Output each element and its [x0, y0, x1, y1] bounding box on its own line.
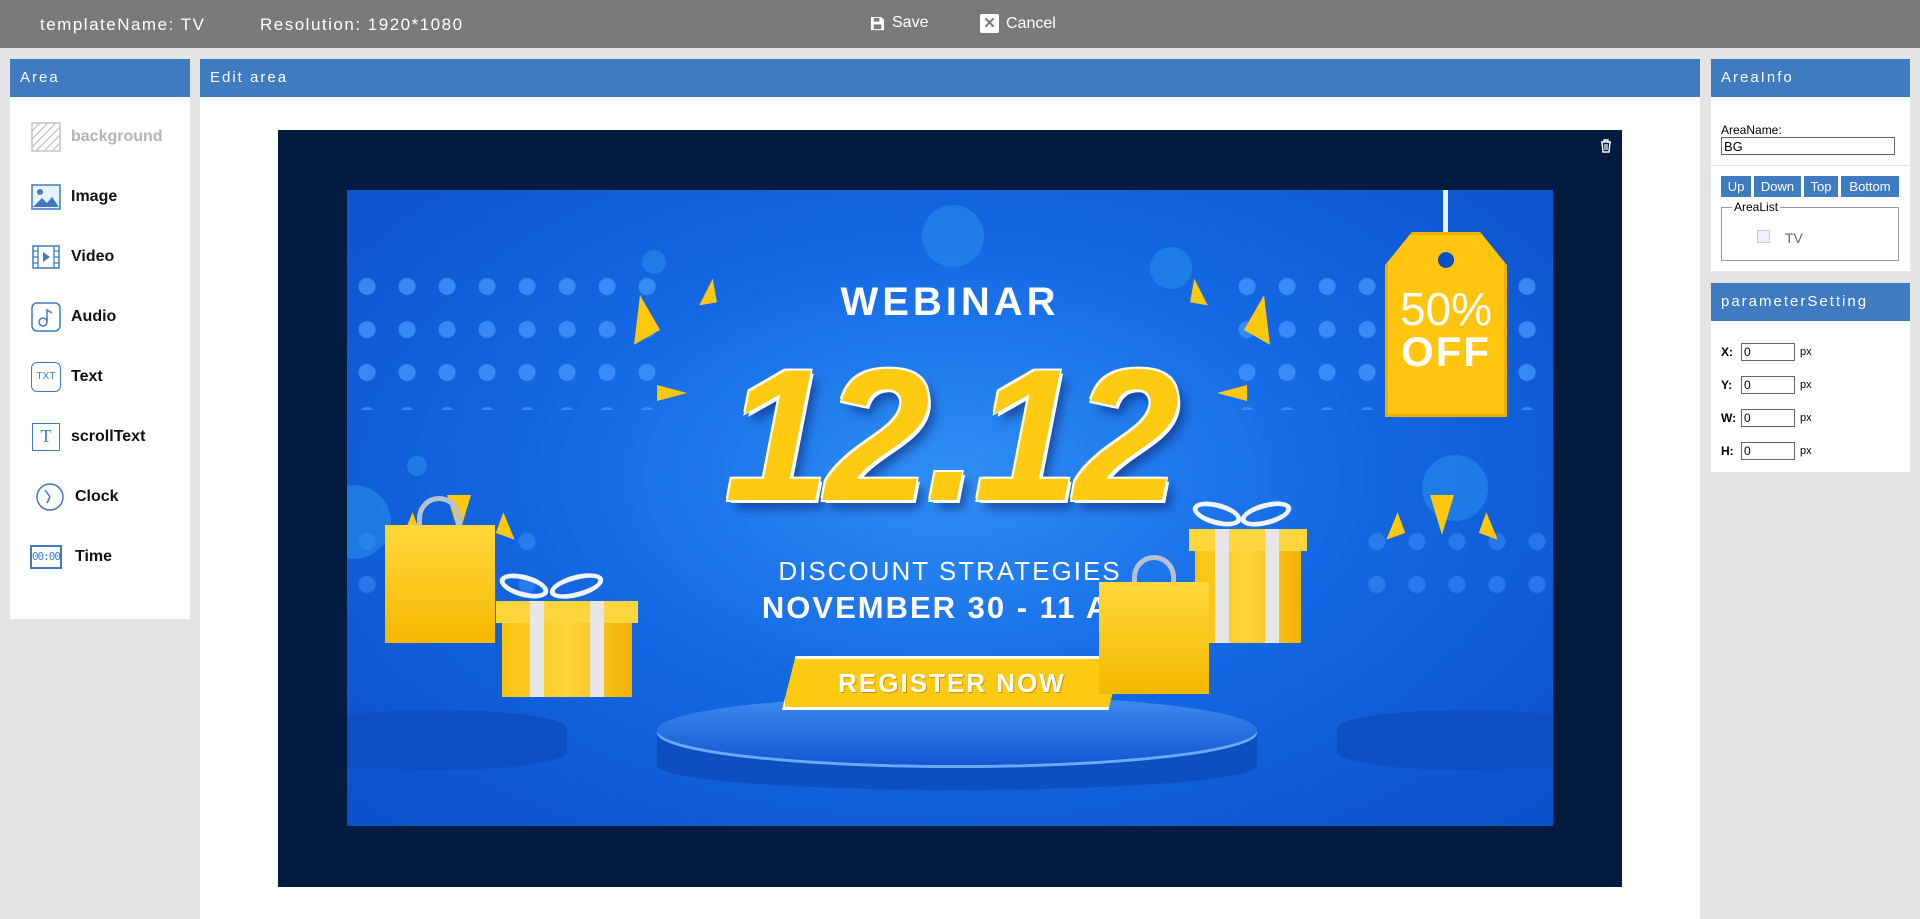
time-icon: 00:00	[29, 541, 63, 573]
cancel-button[interactable]: ✕ Cancel	[980, 14, 1056, 33]
side-podium-left	[347, 710, 567, 770]
area-item-label: background	[71, 128, 163, 145]
area-info-title: AreaInfo	[1711, 59, 1910, 97]
param-w-input[interactable]	[1741, 409, 1795, 427]
area-item-label: Text	[71, 368, 103, 385]
area-panel: Area background Image Video Audio TXT Te…	[10, 59, 190, 619]
video-icon	[30, 241, 62, 273]
area-list-label: AreaList	[1732, 200, 1781, 214]
template-name-label: templateName:	[40, 15, 175, 34]
scroll-text-icon-glyph: T	[32, 423, 60, 451]
area-list: AreaList TV	[1721, 200, 1899, 261]
parameter-setting-panel: parameterSetting X: px Y: px W: px H: px	[1711, 283, 1910, 472]
edit-area-title: Edit area	[200, 59, 1700, 97]
param-y-row: Y: px	[1721, 376, 1812, 394]
clock-icon	[34, 481, 66, 513]
save-icon	[870, 16, 885, 30]
move-up-button[interactable]: Up	[1721, 176, 1751, 197]
param-h-input[interactable]	[1741, 442, 1795, 460]
area-item-label: scrollText	[71, 428, 146, 445]
move-bottom-button[interactable]: Bottom	[1841, 176, 1899, 197]
area-info-panel: AreaInfo AreaName: Up Down Top Bottom Ar…	[1711, 59, 1910, 271]
cancel-label: Cancel	[1006, 14, 1056, 32]
area-item-scroll-text[interactable]: T scrollText	[10, 407, 190, 467]
text-icon: TXT	[30, 361, 62, 393]
param-x-unit: px	[1800, 346, 1812, 358]
area-name-label: AreaName:	[1721, 123, 1782, 137]
param-x-input[interactable]	[1741, 343, 1795, 361]
area-panel-title: Area	[10, 59, 190, 97]
top-toolbar: templateName: TV Resolution: 1920*1080 S…	[0, 0, 1920, 48]
area-item-label: Image	[71, 188, 118, 205]
param-x-label: X:	[1721, 345, 1733, 359]
tag-off: OFF	[1401, 328, 1491, 375]
discount-tag: 50% OFF	[1385, 232, 1507, 417]
text-icon-glyph: TXT	[31, 362, 61, 392]
audio-icon	[30, 301, 62, 333]
param-x-row: X: px	[1721, 343, 1812, 361]
area-name-input[interactable]	[1721, 137, 1895, 155]
area-item-audio[interactable]: Audio	[10, 287, 190, 347]
trash-icon[interactable]	[1598, 138, 1614, 154]
banner-big-date: 12.12	[724, 330, 1179, 540]
template-canvas[interactable]: WEBINAR 12.12 DISCOUNT STRATEGIES NOVEMB…	[278, 130, 1622, 887]
area-item-clock[interactable]: Clock	[10, 467, 190, 527]
shopping-bag-right	[1099, 582, 1209, 694]
area-item-background[interactable]: background	[10, 107, 190, 167]
bubble	[922, 205, 984, 267]
move-top-button[interactable]: Top	[1804, 176, 1838, 197]
background-icon	[30, 121, 62, 153]
register-now-label: REGISTER NOW	[838, 668, 1066, 698]
area-list-item[interactable]: TV	[1785, 230, 1803, 246]
template-name-value: TV	[180, 15, 206, 34]
save-label: Save	[892, 14, 929, 31]
image-icon	[30, 181, 62, 213]
area-item-video[interactable]: Video	[10, 227, 190, 287]
parameter-setting-title: parameterSetting	[1711, 283, 1910, 321]
resolution-value: 1920*1080	[367, 15, 464, 34]
shopping-bag-left	[385, 525, 495, 643]
param-h-label: H:	[1721, 444, 1734, 458]
banner-heading: WEBINAR	[840, 280, 1060, 324]
area-item-label: Video	[71, 248, 115, 265]
tag-hole	[1438, 252, 1454, 268]
area-item-label: Audio	[71, 308, 117, 325]
resolution-label: Resolution:	[260, 15, 362, 34]
area-item-image[interactable]: Image	[10, 167, 190, 227]
background-area-image[interactable]: WEBINAR 12.12 DISCOUNT STRATEGIES NOVEMB…	[347, 190, 1553, 826]
gift-box-right	[1189, 529, 1307, 643]
area-item-label: Time	[75, 548, 113, 565]
param-h-row: H: px	[1721, 442, 1812, 460]
scroll-text-icon: T	[30, 421, 62, 453]
area-item-text[interactable]: TXT Text	[10, 347, 190, 407]
gift-box-left	[496, 601, 638, 697]
divider	[1711, 165, 1910, 166]
area-item-time[interactable]: 00:00 Time	[10, 527, 190, 587]
move-down-button[interactable]: Down	[1754, 176, 1801, 197]
area-item-label: Clock	[75, 488, 119, 505]
resolution: Resolution: 1920*1080	[260, 15, 464, 35]
side-podium-right	[1337, 710, 1553, 770]
template-name: templateName: TV	[40, 15, 205, 35]
edit-area-panel: Edit area WEBINAR 12.12 DISCOUNT STRATEG…	[200, 59, 1700, 919]
bubble	[642, 250, 666, 274]
param-w-label: W:	[1721, 411, 1737, 425]
time-icon-glyph: 00:00	[29, 545, 63, 569]
save-button[interactable]: Save	[870, 14, 928, 32]
param-w-unit: px	[1800, 412, 1812, 424]
param-y-input[interactable]	[1741, 376, 1795, 394]
close-icon: ✕	[980, 14, 999, 33]
area-list-checkbox[interactable]	[1757, 230, 1770, 243]
param-y-label: Y:	[1721, 378, 1733, 392]
param-w-row: W: px	[1721, 409, 1812, 427]
param-y-unit: px	[1800, 379, 1812, 391]
param-h-unit: px	[1800, 445, 1812, 457]
